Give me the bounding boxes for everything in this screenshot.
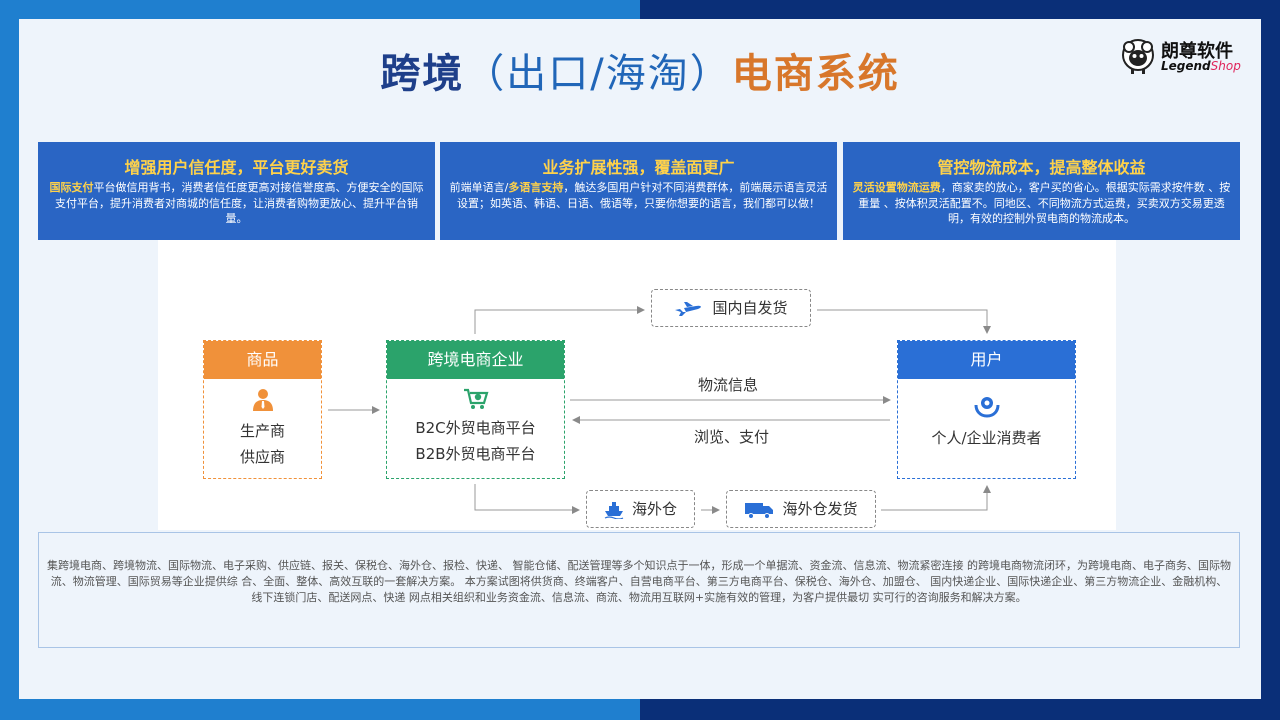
node-user: 用户 个人/企业消费者 — [897, 340, 1076, 479]
description: 集跨境电商、跨境物流、国际物流、电子采购、供应链、报关、保税仓、海外仓、报检、快… — [38, 532, 1240, 648]
browse-pay-label: 浏览、支付 — [694, 428, 770, 446]
feature-panels: 增强用户信任度，平台更好卖货 国际支付平台做信用背书，消费者信任度更高对接信誉度… — [38, 142, 1240, 240]
ship-icon — [604, 501, 624, 519]
node-corp-title: 跨境电商企业 — [387, 341, 564, 379]
title-part2: （出口/海淘） — [464, 51, 732, 97]
logo-en: LegendShop — [1161, 59, 1241, 73]
feature-pre: 前端单语言/ — [449, 181, 509, 194]
feature-heading: 管控物流成本，提高整体收益 — [937, 158, 1146, 177]
node-corp-body: B2C外贸电商平台 B2B外贸电商平台 — [387, 379, 564, 467]
domestic-shipping: 国内自发货 — [651, 289, 811, 327]
node-goods: 商品 生产商 供应商 — [203, 340, 322, 479]
feature-trust: 增强用户信任度，平台更好卖货 国际支付平台做信用背书，消费者信任度更高对接信誉度… — [38, 142, 435, 240]
node-user-body: 个人/企业消费者 — [898, 379, 1075, 451]
feature-text: 国际支付平台做信用背书，消费者信任度更高对接信誉度高、方便安全的国际支付平台，提… — [46, 180, 427, 227]
feature-highlight: 国际支付 — [49, 181, 94, 194]
person-icon — [252, 389, 273, 411]
title-part3: 电商系统 — [731, 51, 900, 97]
node-goods-body: 生产商 供应商 — [204, 379, 321, 470]
feature-highlight: 多语言支持 — [508, 181, 564, 194]
node-user-title: 用户 — [898, 341, 1075, 379]
feature-body: 平台做信用背书，消费者信任度更高对接信誉度高、方便安全的国际支付平台，提升消费者… — [55, 181, 424, 225]
truck-icon — [745, 502, 774, 519]
airplane-icon — [675, 301, 702, 316]
node-corp-line1: B2C外贸电商平台 — [415, 419, 536, 437]
arrow-corp-to-warehouse — [474, 484, 580, 514]
warehouse-label: 海外仓 — [631, 500, 677, 518]
logistics-info-label: 物流信息 — [698, 376, 759, 394]
domestic-label: 国内自发货 — [712, 299, 788, 317]
sheep-logo-icon — [1122, 39, 1154, 74]
page-title: 跨境（出口/海淘）电商系统 — [19, 41, 1261, 99]
node-goods-title: 商品 — [204, 341, 321, 379]
flow-diagram: 商品 生产商 供应商 跨境电商企业 B2C外贸电商平台 B2B外贸电商平台 用户… — [158, 240, 1116, 530]
feature-highlight: 灵活设置物流运费 — [852, 181, 941, 194]
node-corp: 跨境电商企业 B2C外贸电商平台 B2B外贸电商平台 — [386, 340, 565, 479]
feature-heading: 业务扩展性强，覆盖面更广 — [542, 158, 735, 177]
slide: 跨境（出口/海淘）电商系统 朗尊软件 LegendShop 增强用户信任度，平台… — [19, 19, 1261, 699]
node-corp-line2: B2B外贸电商平台 — [415, 445, 536, 463]
node-user-line1: 个人/企业消费者 — [931, 429, 1042, 447]
overseas-label: 海外仓发货 — [782, 500, 858, 518]
overseas-shipping: 海外仓发货 — [726, 490, 876, 528]
brand-logo: 朗尊软件 LegendShop — [1119, 37, 1241, 81]
overseas-warehouse: 海外仓 — [586, 490, 695, 528]
title-part1: 跨境 — [380, 51, 465, 97]
users-icon — [974, 397, 999, 418]
logo-en-accent: Shop — [1210, 59, 1241, 73]
arrow-overseas-to-user — [881, 485, 991, 511]
cart-icon — [463, 388, 488, 409]
node-goods-line1: 生产商 — [239, 422, 285, 440]
feature-text: 前端单语言/多语言支持，触达多国用户针对不同消费群体，前端展示语言灵活设置；如英… — [448, 180, 829, 211]
arrow-corp-to-domestic — [474, 306, 645, 334]
node-goods-line2: 供应商 — [239, 448, 285, 466]
feature-text: 灵活设置物流运费，商家卖的放心，客户买的省心。根据实际需求按件数 、按重量 、按… — [851, 180, 1232, 227]
feature-logistics: 管控物流成本，提高整体收益 灵活设置物流运费，商家卖的放心，客户买的省心。根据实… — [843, 142, 1240, 240]
arrow-domestic-to-user — [817, 309, 991, 334]
feature-heading: 增强用户信任度，平台更好卖货 — [124, 158, 349, 177]
feature-expand: 业务扩展性强，覆盖面更广 前端单语言/多语言支持，触达多国用户针对不同消费群体，… — [440, 142, 837, 240]
logo-en-main: Legend — [1161, 59, 1211, 73]
